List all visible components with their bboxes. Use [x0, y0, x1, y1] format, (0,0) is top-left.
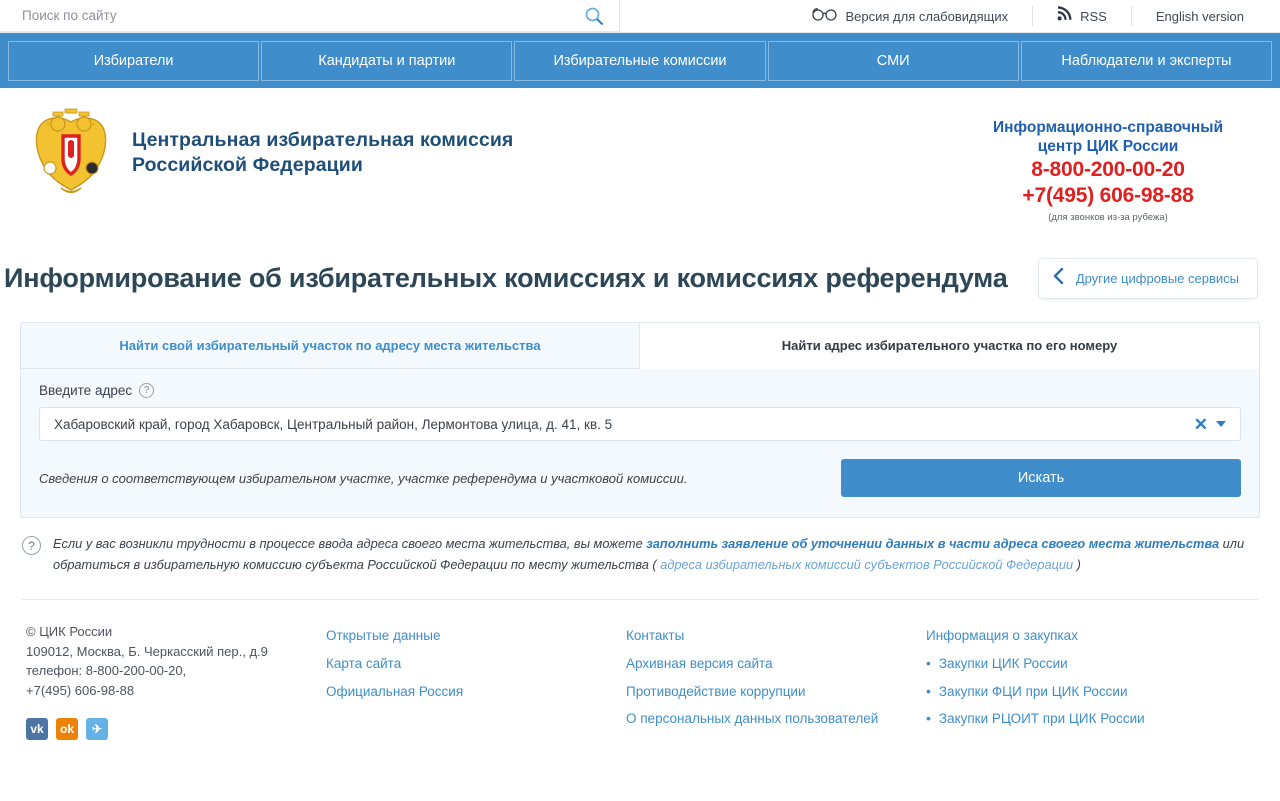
footer-column-contacts: Контакты Архивная версия сайта Противоде… [626, 622, 926, 740]
chevron-left-icon [1053, 267, 1064, 289]
rss-icon [1057, 0, 1072, 33]
footer-link-procurement-cik-label: Закупки ЦИК России [938, 656, 1068, 672]
application-clarify-address-link[interactable]: заполнить заявление об уточнении данных … [646, 536, 1219, 551]
rss-link[interactable]: RSS [1033, 0, 1131, 33]
footer-procurement-heading: Информация о закупках [926, 628, 1078, 644]
help-notice: ? Если у вас возникли трудности в процес… [0, 518, 1280, 575]
footer-link-procurement-rcoit-label: Закупки РЦОИТ при ЦИК России [938, 711, 1145, 727]
search-input[interactable] [22, 8, 583, 23]
address-field-label: Введите адрес [39, 383, 133, 398]
vk-icon[interactable]: vk [26, 718, 48, 741]
address-input-wrapper[interactable]: ✕ [39, 407, 1241, 441]
site-title-line2: Российской Федерации [132, 153, 363, 176]
bullet-icon: • [926, 682, 931, 699]
tab-find-by-number[interactable]: Найти адрес избирательного участка по ег… [640, 323, 1259, 369]
footer-link-contacts[interactable]: Контакты [626, 622, 926, 650]
tab-find-by-address[interactable]: Найти свой избирательный участок по адре… [21, 323, 640, 369]
notice-part-1: Если у вас возникли трудности в процессе… [53, 536, 647, 551]
footer-link-procurement-rcoit[interactable]: • Закупки РЦОИТ при ЦИК России [926, 705, 1226, 733]
info-center-title-line1: Информационно-справочный [993, 119, 1223, 136]
footer-phone-line1: телефон: 8-800-200-00-20, [26, 663, 187, 679]
notice-part-3: ) [1073, 556, 1081, 572]
glasses-icon [811, 0, 838, 33]
footer-link-sitemap[interactable]: Карта сайта [326, 650, 626, 678]
panel-tabs: Найти свой избирательный участок по адре… [21, 323, 1259, 369]
footer-link-procurement-cik[interactable]: • Закупки ЦИК России [926, 650, 1226, 678]
russian-coat-of-arms-icon [28, 108, 114, 200]
search-button[interactable]: Искать [841, 459, 1241, 497]
footer-link-personal-data[interactable]: О персональных данных пользователей [626, 705, 926, 733]
footer-link-procurement-fci-label: Закупки ФЦИ при ЦИК России [938, 683, 1128, 699]
brand-header: Центральная избирательная комиссия Росси… [0, 88, 1280, 248]
nav-item-voters[interactable]: Избиратели [8, 40, 260, 81]
footer-social-links: vk ok ✈ [26, 718, 326, 741]
nav-item-observers-experts[interactable]: Наблюдатели и эксперты [1020, 40, 1273, 81]
info-center-phone-note: (для звонков из-за рубежа) [1048, 212, 1168, 224]
other-digital-services-label: Другие цифровые сервисы [1075, 270, 1239, 286]
footer-contact-block: © ЦИК России 109012, Москва, Б. Черкасск… [26, 622, 326, 741]
footer-link-open-data[interactable]: Открытые данные [326, 622, 626, 650]
footer-link-official-russia[interactable]: Официальная Россия [326, 678, 626, 706]
main-navigation: Избиратели Кандидаты и партии Избиратель… [0, 33, 1280, 88]
rss-label: RSS [1080, 8, 1107, 24]
panel-hint-text: Сведения о соответствующем избирательном… [39, 470, 688, 486]
footer-copyright: © ЦИК России [26, 624, 113, 640]
info-center-block: Информационно-справочный центр ЦИК Росси… [958, 118, 1258, 223]
info-center-phone-international[interactable]: +7(495) 606-98-88 [958, 183, 1258, 209]
site-title-line1: Центральная избирательная комиссия [132, 129, 514, 151]
search-panel: Найти свой избирательный участок по адре… [20, 322, 1260, 518]
footer-link-archive[interactable]: Архивная версия сайта [626, 650, 926, 678]
footer-link-anticorruption[interactable]: Противодействие коррупции [626, 678, 926, 706]
footer-column-open-data: Открытые данные Карта сайта Официальная … [326, 622, 626, 740]
address-input[interactable] [54, 416, 1189, 432]
site-title: Центральная избирательная комиссия Росси… [132, 128, 513, 178]
footer-phone-line2: +7(495) 606-98-88 [26, 682, 135, 698]
close-x-icon[interactable]: ✕ [1189, 416, 1213, 433]
english-version-link[interactable]: English version [1132, 0, 1280, 33]
page-title: Информирование об избирательных комиссия… [4, 262, 1008, 293]
hint-and-action-row: Сведения о соответствующем избирательном… [39, 459, 1241, 497]
other-digital-services-button[interactable]: Другие цифровые сервисы [1037, 257, 1258, 299]
search-icon[interactable] [583, 5, 605, 27]
english-label: English version [1155, 8, 1244, 24]
question-circle-icon: ? [22, 536, 41, 555]
footer-link-procurement-fci[interactable]: • Закупки ФЦИ при ЦИК России [926, 678, 1226, 706]
site-footer: © ЦИК России 109012, Москва, Б. Черкасск… [0, 600, 1280, 741]
nav-item-candidates-parties[interactable]: Кандидаты и партии [261, 40, 513, 81]
subject-commissions-addresses-link[interactable]: адреса избирательных комиссий субъектов … [660, 557, 1073, 572]
odnoklassniki-icon[interactable]: ok [56, 718, 78, 741]
bullet-icon: • [926, 655, 931, 672]
page-title-row: Информирование об избирательных комиссия… [0, 250, 1280, 306]
address-field-label-row: Введите адрес ? [39, 383, 1241, 398]
question-mark-icon[interactable]: ? [139, 383, 155, 398]
caret-down-icon[interactable] [1216, 421, 1226, 427]
nav-item-election-commissions[interactable]: Избирательные комиссии [514, 40, 766, 81]
accessibility-version-link[interactable]: Версия для слабовидящих [788, 0, 1033, 33]
telegram-icon[interactable]: ✈ [86, 718, 108, 741]
site-search[interactable] [0, 0, 620, 32]
footer-address: 109012, Москва, Б. Черкасский пер., д.9 [26, 643, 268, 659]
nav-item-media[interactable]: СМИ [767, 40, 1019, 81]
footer-column-procurement: Информация о закупках • Закупки ЦИК Росс… [926, 622, 1226, 740]
top-links: Версия для слабовидящих RSS English vers… [620, 0, 1280, 32]
bullet-icon: • [926, 710, 931, 727]
top-utility-bar: Версия для слабовидящих RSS English vers… [0, 0, 1280, 33]
accessibility-label: Версия для слабовидящих [845, 8, 1009, 24]
info-center-title-line2: центр ЦИК России [1037, 138, 1179, 156]
info-center-phone-primary[interactable]: 8-800-200-00-20 [958, 157, 1258, 183]
panel-body: Введите адрес ? ✕ Сведения о соответству… [21, 369, 1259, 517]
help-notice-text: Если у вас возникли трудности в процессе… [53, 534, 1258, 575]
